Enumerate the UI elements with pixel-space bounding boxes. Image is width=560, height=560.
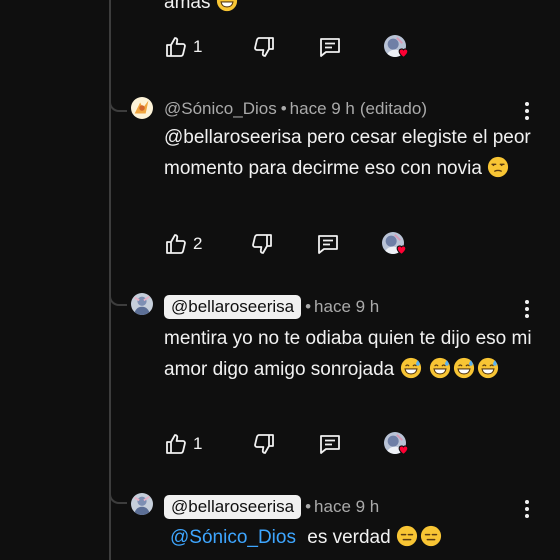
more-options-button[interactable] bbox=[519, 99, 535, 123]
separator: • bbox=[280, 99, 287, 118]
comment-header: @bellaroseerisa • hace 9 h bbox=[164, 294, 379, 320]
separator: • bbox=[305, 497, 312, 516]
dislike-button[interactable] bbox=[250, 232, 274, 256]
like-button[interactable]: 2 bbox=[164, 232, 202, 256]
like-button[interactable]: 1 bbox=[164, 432, 202, 456]
timestamp[interactable]: hace 9 h bbox=[314, 297, 379, 317]
avatar[interactable] bbox=[131, 293, 153, 315]
timestamp[interactable]: hace 9 h bbox=[314, 497, 379, 517]
like-count: 1 bbox=[193, 434, 203, 453]
more-options-icon bbox=[525, 300, 529, 304]
comment-actions: 1 bbox=[164, 430, 408, 458]
dislike-icon bbox=[252, 35, 276, 59]
sonico-avatar-image bbox=[131, 97, 153, 119]
thread-branch bbox=[109, 98, 127, 112]
comment-header: @bellaroseerisa • hace 9 h bbox=[164, 494, 379, 520]
author-name[interactable]: @Sónico_Dios bbox=[164, 99, 277, 119]
grin-sweat-emoji bbox=[453, 357, 475, 379]
grin-sweat-emoji bbox=[429, 357, 451, 379]
more-options-icon bbox=[525, 500, 529, 504]
reply-button[interactable] bbox=[318, 432, 342, 456]
reply-icon bbox=[318, 432, 342, 456]
author-name-chip[interactable]: @bellaroseerisa bbox=[164, 295, 302, 319]
dislike-button[interactable] bbox=[252, 432, 276, 456]
creator-heart-icon bbox=[395, 243, 408, 256]
thread-branch bbox=[109, 292, 127, 306]
comment-actions: 1 bbox=[164, 33, 408, 61]
expressionless-emoji bbox=[420, 525, 442, 547]
unamused-emoji bbox=[487, 156, 509, 178]
thread-branch bbox=[109, 490, 127, 504]
comment-body: amas bbox=[164, 0, 534, 18]
comment-body: @Sónico_Dios es verdad bbox=[170, 522, 540, 553]
comment-body: mentira yo no te odiaba quien te dijo es… bbox=[164, 328, 532, 380]
like-icon bbox=[164, 432, 188, 456]
dislike-button[interactable] bbox=[252, 35, 276, 59]
like-icon bbox=[164, 35, 188, 59]
dislike-icon bbox=[250, 232, 274, 256]
like-count: 2 bbox=[193, 234, 203, 253]
grin-sweat-emoji bbox=[216, 0, 238, 12]
timestamp[interactable]: hace 9 h bbox=[290, 99, 355, 119]
like-icon bbox=[164, 232, 188, 256]
edited-label: (editado) bbox=[359, 99, 427, 118]
reply-button[interactable] bbox=[316, 232, 340, 256]
creator-heart-icon bbox=[397, 443, 410, 456]
thread-line bbox=[109, 0, 111, 560]
creator-heart bbox=[384, 35, 408, 59]
bella-avatar-image bbox=[131, 293, 153, 315]
reply-button[interactable] bbox=[318, 35, 342, 59]
comment-actions: 2 bbox=[164, 230, 406, 258]
mention-link[interactable]: @Sónico_Dios bbox=[170, 527, 296, 548]
bella-avatar-image bbox=[131, 493, 153, 515]
reply-icon bbox=[316, 232, 340, 256]
like-button[interactable]: 1 bbox=[164, 35, 202, 59]
creator-heart bbox=[382, 232, 406, 256]
creator-heart bbox=[384, 432, 408, 456]
dislike-icon bbox=[252, 432, 276, 456]
expressionless-emoji bbox=[396, 525, 418, 547]
comment-body: @bellaroseerisa pero cesar elegiste el p… bbox=[164, 127, 531, 179]
more-options-button[interactable] bbox=[519, 297, 535, 321]
separator: • bbox=[305, 297, 312, 316]
comment-header: @Sónico_Dios • hace 9 h (editado) bbox=[164, 97, 427, 121]
grin-sweat-emoji bbox=[477, 357, 499, 379]
author-name-chip[interactable]: @bellaroseerisa bbox=[164, 495, 302, 519]
grin-sweat-emoji bbox=[400, 357, 422, 379]
creator-heart-icon bbox=[397, 46, 410, 59]
avatar[interactable] bbox=[131, 493, 153, 515]
more-options-button[interactable] bbox=[519, 497, 535, 521]
more-options-icon bbox=[525, 102, 529, 106]
like-count: 1 bbox=[193, 37, 203, 56]
reply-icon bbox=[318, 35, 342, 59]
avatar[interactable] bbox=[131, 97, 153, 119]
